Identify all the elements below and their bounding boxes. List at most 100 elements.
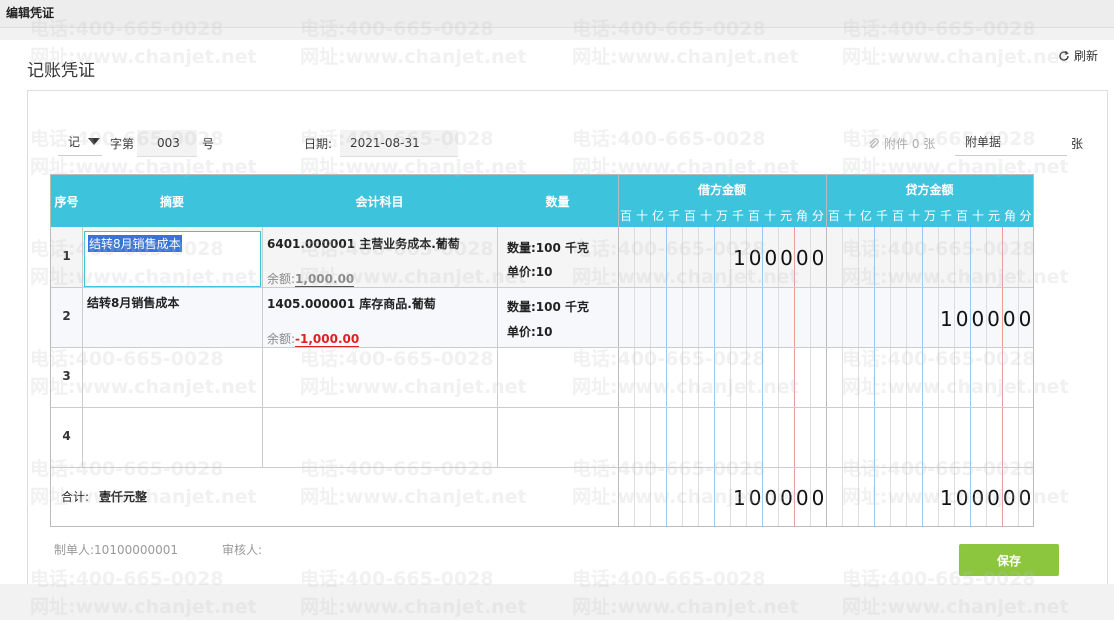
grid-hline bbox=[51, 467, 1033, 468]
col-header-debit: 借方金额 bbox=[618, 175, 826, 204]
col-header-seq: 序号 bbox=[51, 175, 82, 227]
digit-gridline bbox=[778, 227, 779, 526]
grid-hline bbox=[51, 347, 1033, 348]
credit-digit-header: 十 bbox=[842, 204, 858, 227]
row-number-4: 4 bbox=[62, 429, 71, 443]
digit-gridline bbox=[810, 227, 811, 526]
watermark-url: 网址:www.chanjet.net bbox=[842, 596, 1069, 618]
credit-digit-header: 角 bbox=[1002, 204, 1018, 227]
qty-row-2[interactable]: 数量:100 千克 bbox=[507, 298, 589, 315]
credit-digit-header: 十 bbox=[906, 204, 922, 227]
price-row-2[interactable]: 单价:10 bbox=[507, 323, 553, 340]
credit-digit-header: 千 bbox=[874, 204, 890, 227]
digit-gridline bbox=[666, 227, 667, 526]
voucher-table: 序号 摘要 会计科目 数量 借方金额 贷方金额 百十亿千百十万千百十元角分百十亿… bbox=[50, 174, 1034, 527]
balance-value: 1,000.00 bbox=[295, 272, 355, 287]
balance-row-1: 余额:1,000.00 bbox=[267, 270, 355, 287]
refresh-button[interactable]: 刷新 bbox=[1058, 47, 1098, 64]
voucher-number-input[interactable]: 003 bbox=[137, 130, 197, 157]
debit-amount-row-1[interactable]: 100000 bbox=[733, 246, 827, 270]
hao-label: 号 bbox=[202, 137, 215, 151]
digit-gridline bbox=[1002, 227, 1003, 526]
zi-label: 字第 bbox=[110, 137, 135, 151]
save-button[interactable]: 保存 bbox=[959, 544, 1059, 576]
attachment-label: 附件 0 张 bbox=[884, 137, 936, 151]
digit-gridline bbox=[954, 227, 955, 526]
watermark-url: 网址:www.chanjet.net bbox=[572, 596, 799, 618]
debit-digit-header: 元 bbox=[778, 204, 794, 227]
col-header-account: 会计科目 bbox=[262, 175, 497, 227]
credit-digit-header: 百 bbox=[826, 204, 842, 227]
summary-input-row-1[interactable]: 结转8月销售成本 bbox=[84, 231, 261, 287]
debit-digit-header: 十 bbox=[698, 204, 714, 227]
debit-digit-header: 分 bbox=[810, 204, 826, 227]
debit-digit-header: 百 bbox=[682, 204, 698, 227]
credit-digit-header: 百 bbox=[954, 204, 970, 227]
attached-docs-label: 附单据 bbox=[965, 135, 1002, 149]
paperclip-icon bbox=[869, 137, 879, 148]
total-debit-amount: 100000 bbox=[733, 486, 828, 510]
reviewer-label: 审核人: bbox=[222, 543, 263, 557]
digit-gridline bbox=[634, 227, 635, 526]
chevron-down-icon bbox=[88, 138, 101, 145]
digit-gridline bbox=[682, 227, 683, 526]
col-header-summary: 摘要 bbox=[82, 175, 262, 227]
attachment-link[interactable]: 附件 0 张 bbox=[868, 135, 935, 152]
attached-docs-input[interactable]: 附单据 bbox=[955, 128, 1067, 156]
date-input[interactable]: 2021-08-31 bbox=[340, 130, 458, 157]
col-header-qty: 数量 bbox=[497, 175, 618, 227]
digit-gridline bbox=[858, 227, 859, 526]
credit-digit-header: 分 bbox=[1018, 204, 1033, 227]
grid-hline bbox=[51, 287, 1033, 288]
debit-digit-header: 角 bbox=[794, 204, 810, 227]
credit-amount-row-2[interactable]: 100000 bbox=[940, 307, 1034, 331]
credit-digit-header: 万 bbox=[922, 204, 938, 227]
digit-gridline bbox=[874, 227, 875, 526]
grid-vline bbox=[826, 175, 827, 526]
debit-digit-header: 百 bbox=[746, 204, 762, 227]
total-in-words: 壹仟元整 bbox=[99, 490, 148, 504]
refresh-icon bbox=[1059, 50, 1069, 61]
digit-gridline bbox=[650, 227, 651, 526]
maker-label: 制单人: bbox=[54, 543, 95, 557]
debit-digit-header: 十 bbox=[762, 204, 778, 227]
digit-gridline bbox=[938, 227, 939, 526]
zhang-label: 张 bbox=[1071, 137, 1084, 151]
date-label: 日期: bbox=[304, 137, 333, 151]
digit-gridline bbox=[698, 227, 699, 526]
total-label: 合计: bbox=[61, 490, 90, 504]
digit-gridline bbox=[970, 227, 971, 526]
window-title: 编辑凭证 bbox=[6, 6, 55, 20]
balance-label: 余额: bbox=[267, 332, 296, 346]
row-number-3: 3 bbox=[62, 369, 71, 383]
account-row-1[interactable]: 6401.000001 主营业务成本.葡萄 bbox=[267, 235, 460, 252]
balance-value: -1,000.00 bbox=[295, 332, 360, 347]
window-titlebar: 编辑凭证 bbox=[0, 0, 1114, 28]
price-row-1[interactable]: 单价:10 bbox=[507, 263, 553, 280]
qty-row-1[interactable]: 数量:100 千克 bbox=[507, 239, 589, 256]
summary-selected-text: 结转8月销售成本 bbox=[88, 235, 182, 252]
digit-gridline bbox=[714, 227, 715, 526]
grid-hline bbox=[51, 407, 1033, 408]
debit-digit-header: 万 bbox=[714, 204, 730, 227]
summary-row-2[interactable]: 结转8月销售成本 bbox=[87, 294, 179, 311]
debit-digit-header: 千 bbox=[730, 204, 746, 227]
page-title: 记账凭证 bbox=[27, 61, 95, 81]
digit-gridline bbox=[730, 227, 731, 526]
maker-value: 10100000001 bbox=[94, 543, 179, 557]
col-header-credit: 贷方金额 bbox=[826, 175, 1033, 204]
debit-digit-header: 百 bbox=[618, 204, 634, 227]
digit-gridline bbox=[922, 227, 923, 526]
maker-info: 制单人:10100000001 bbox=[54, 541, 178, 558]
account-row-2[interactable]: 1405.000001 库存商品.葡萄 bbox=[267, 295, 436, 312]
refresh-label: 刷新 bbox=[1074, 49, 1099, 63]
debit-digit-header: 亿 bbox=[650, 204, 666, 227]
voucher-type-value: 记 bbox=[68, 135, 81, 149]
digit-gridline bbox=[762, 227, 763, 526]
voucher-type-select[interactable]: 记 bbox=[58, 128, 102, 156]
digit-gridline bbox=[842, 227, 843, 526]
digit-gridline bbox=[986, 227, 987, 526]
row-number-2: 2 bbox=[62, 309, 71, 323]
credit-digit-header: 亿 bbox=[858, 204, 874, 227]
watermark-url: 网址:www.chanjet.net bbox=[30, 596, 257, 618]
